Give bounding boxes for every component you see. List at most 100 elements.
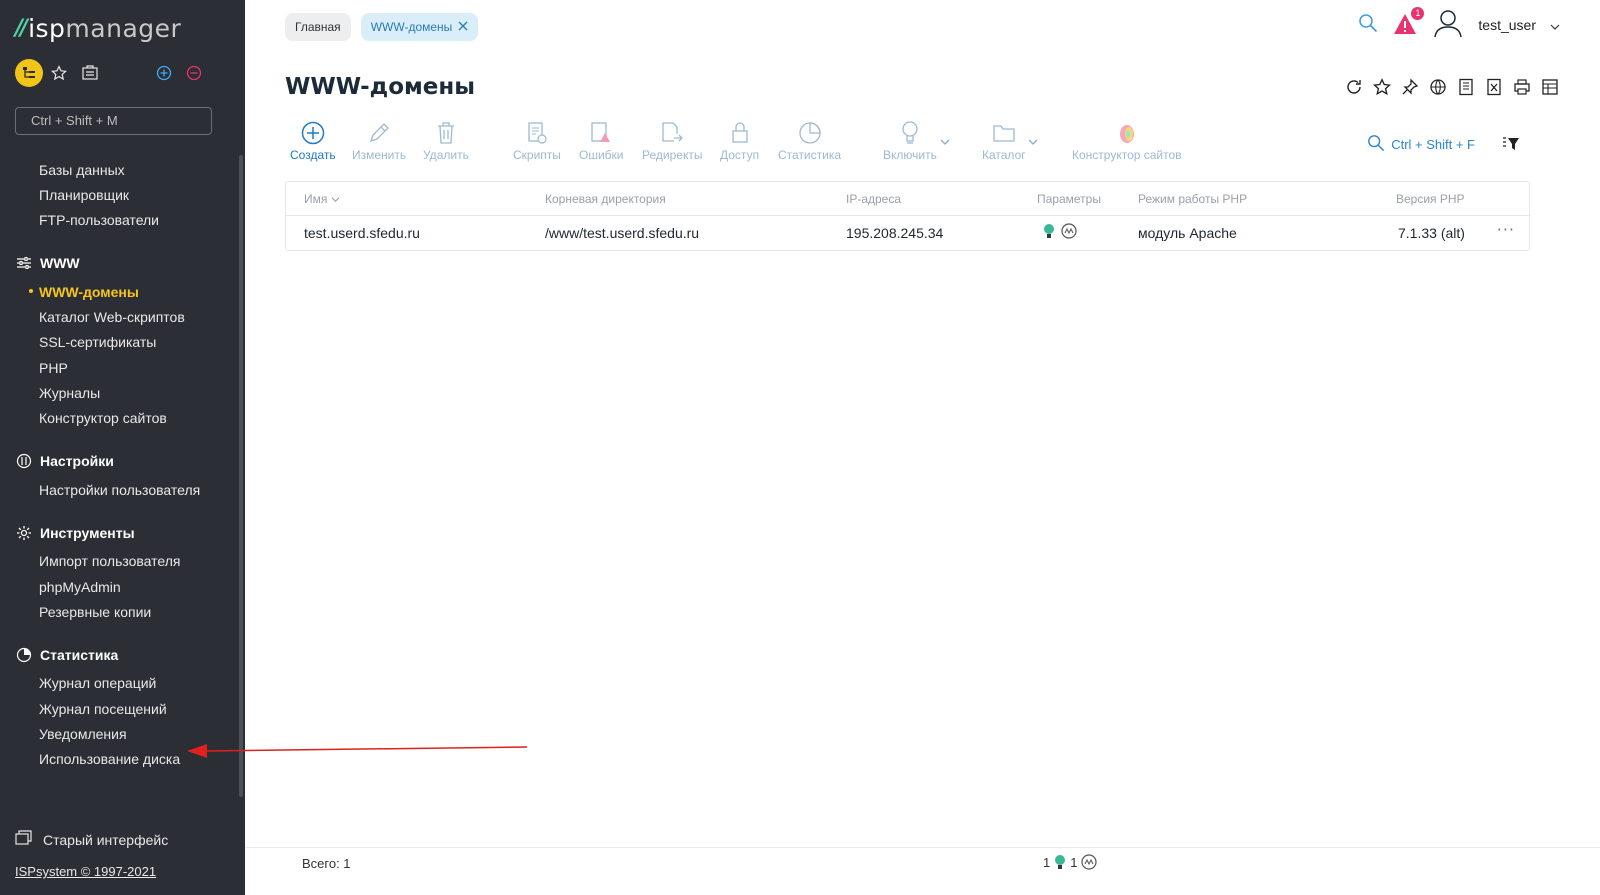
redirects-button[interactable]: Редиректы	[642, 118, 702, 162]
column-header-ip[interactable]: IP-адреса	[846, 192, 901, 206]
delete-button[interactable]: Удалить	[423, 118, 469, 162]
total-count: Всего: 1	[302, 856, 351, 871]
access-button[interactable]: Доступ	[720, 118, 759, 162]
sidebar-search-input[interactable]: Ctrl + Shift + M	[15, 107, 212, 135]
collapse-all-icon[interactable]	[180, 59, 208, 87]
sidebar-item-backups[interactable]: Резервные копии	[39, 604, 151, 620]
sidebar-item-www-domains[interactable]: WWW-домены	[39, 284, 139, 300]
star-icon[interactable]	[1372, 77, 1392, 97]
catalog-label: Каталог	[982, 148, 1026, 162]
scripts-button[interactable]: Скрипты	[513, 118, 561, 162]
logo[interactable]: // ispmanager	[15, 14, 181, 43]
sidebar-item-user-settings[interactable]: Настройки пользователя	[39, 482, 200, 498]
filter-icon[interactable]	[1502, 136, 1520, 156]
enable-dropdown-chevron-icon[interactable]	[940, 138, 950, 149]
sidebar-group-label: Инструменты	[40, 525, 135, 541]
lock-icon	[726, 118, 754, 148]
sidebar-item-scheduler[interactable]: Планировщик	[39, 187, 129, 203]
sidebar-item-ftp-users[interactable]: FTP-пользователи	[39, 212, 159, 228]
row-menu-icon[interactable]: ···	[1497, 220, 1515, 239]
star-icon[interactable]	[45, 59, 73, 87]
sidebar-item-disk-usage[interactable]: Использование диска	[39, 751, 180, 767]
sidebar-scrollbar[interactable]	[239, 155, 243, 797]
user-avatar-icon[interactable]	[1432, 8, 1464, 42]
php-count: 1	[1070, 854, 1078, 870]
column-header-php-mode[interactable]: Режим работы PHP	[1138, 192, 1247, 206]
cell-root: /www/test.userd.sfedu.ru	[545, 225, 700, 241]
catalog-dropdown-chevron-icon[interactable]	[1028, 138, 1038, 149]
excel-export-icon[interactable]	[1484, 77, 1504, 97]
create-button[interactable]: Создать	[290, 118, 336, 162]
menu-tree-icon[interactable]	[15, 59, 43, 87]
tab-home[interactable]: Главная	[285, 13, 351, 41]
app-root: // ispmanager Ctrl + Shift + M Базы данн…	[0, 0, 1600, 895]
alerts-button[interactable]: 1	[1392, 7, 1425, 38]
dashboard-icon[interactable]	[76, 59, 104, 87]
sidebar-item-logs[interactable]: Журналы	[39, 385, 100, 401]
sidebar-item-import-user[interactable]: Импорт пользователя	[39, 553, 181, 569]
errors-button[interactable]: Ошибки	[579, 118, 624, 162]
sidebar-item-notifications[interactable]: Уведомления	[39, 726, 127, 742]
header-actions: 1 test_user	[1358, 7, 1560, 42]
sidebar-item-site-builder[interactable]: Конструктор сайтов	[39, 410, 167, 426]
close-icon[interactable]	[458, 13, 468, 41]
column-header-params[interactable]: Параметры	[1037, 192, 1101, 206]
sidebar-item-visits-log[interactable]: Журнал посещений	[39, 701, 167, 717]
edit-button[interactable]: Изменить	[352, 118, 406, 162]
chevron-down-icon[interactable]	[1550, 16, 1560, 35]
sidebar-group-label: Настройки	[40, 453, 114, 469]
php-icon	[1061, 223, 1077, 239]
table-search[interactable]: Ctrl + Shift + F	[1367, 134, 1475, 155]
sidebar-item-operations-log[interactable]: Журнал операций	[39, 675, 156, 691]
table-settings-icon[interactable]	[1540, 77, 1560, 97]
tab-www-domains[interactable]: WWW-домены	[360, 13, 479, 41]
column-header-root[interactable]: Корневая директория	[545, 192, 666, 206]
search-icon[interactable]	[1358, 13, 1378, 37]
redirect-icon	[658, 118, 686, 148]
edit-label: Изменить	[352, 148, 407, 162]
old-interface-link[interactable]: Старый интерфейс	[15, 830, 168, 849]
sidebar-item-web-scripts[interactable]: Каталог Web-скриптов	[39, 309, 185, 325]
copyright-link[interactable]: ISPsystem © 1997-2021	[15, 864, 156, 879]
access-label: Доступ	[720, 148, 760, 162]
pin-icon[interactable]	[1400, 77, 1420, 97]
create-label: Создать	[290, 148, 336, 162]
settings-icon	[15, 452, 33, 470]
table-row[interactable]: test.userd.sfedu.ru /www/test.userd.sfed…	[286, 216, 1529, 250]
column-header-php-version[interactable]: Версия PHP	[1396, 192, 1465, 206]
document-icon[interactable]	[1456, 77, 1476, 97]
toolbar: Создать Изменить Удалить Скрипты Ошибки …	[285, 118, 1555, 173]
globe-icon[interactable]	[1428, 77, 1448, 97]
sidebar-group-www[interactable]: WWW	[15, 254, 80, 272]
sidebar-item-databases[interactable]: Базы данных	[39, 162, 125, 178]
table-search-hint: Ctrl + Shift + F	[1391, 137, 1475, 152]
lightbulb-on-icon	[1055, 855, 1066, 869]
sidebar-item-php[interactable]: PHP	[39, 360, 68, 376]
lightbulb-icon	[896, 118, 924, 148]
enable-label: Включить	[883, 148, 937, 162]
site-builder-button[interactable]: Конструктор сайтов	[1072, 118, 1182, 162]
gear-icon	[15, 524, 33, 542]
expand-all-icon[interactable]	[150, 59, 178, 87]
user-name[interactable]: test_user	[1478, 17, 1536, 33]
enabled-count: 1	[1043, 854, 1051, 870]
tab-label: WWW-домены	[370, 20, 453, 34]
sidebar-group-stats[interactable]: Статистика	[15, 646, 118, 664]
sidebar-group-settings[interactable]: Настройки	[15, 452, 114, 470]
footer: Всего: 1 1 1	[245, 847, 1600, 877]
alert-count-badge: 1	[1411, 7, 1425, 20]
sidebar-group-tools[interactable]: Инструменты	[15, 524, 135, 542]
statistics-label: Статистика	[778, 148, 842, 162]
print-icon[interactable]	[1512, 77, 1532, 97]
logo-mark: //	[15, 16, 28, 41]
catalog-button[interactable]: Каталог	[982, 118, 1026, 162]
enable-button[interactable]: Включить	[883, 118, 937, 162]
column-header-name[interactable]: Имя	[304, 192, 340, 206]
sidebar-item-phpmyadmin[interactable]: phpMyAdmin	[39, 579, 121, 595]
old-interface-icon	[15, 830, 33, 849]
statistics-button[interactable]: Статистика	[778, 118, 841, 162]
sidebar-item-ssl[interactable]: SSL-сертификаты	[39, 334, 156, 350]
php-icon	[1081, 854, 1098, 870]
refresh-icon[interactable]	[1344, 77, 1364, 97]
logo-text-light: manager	[65, 14, 182, 43]
